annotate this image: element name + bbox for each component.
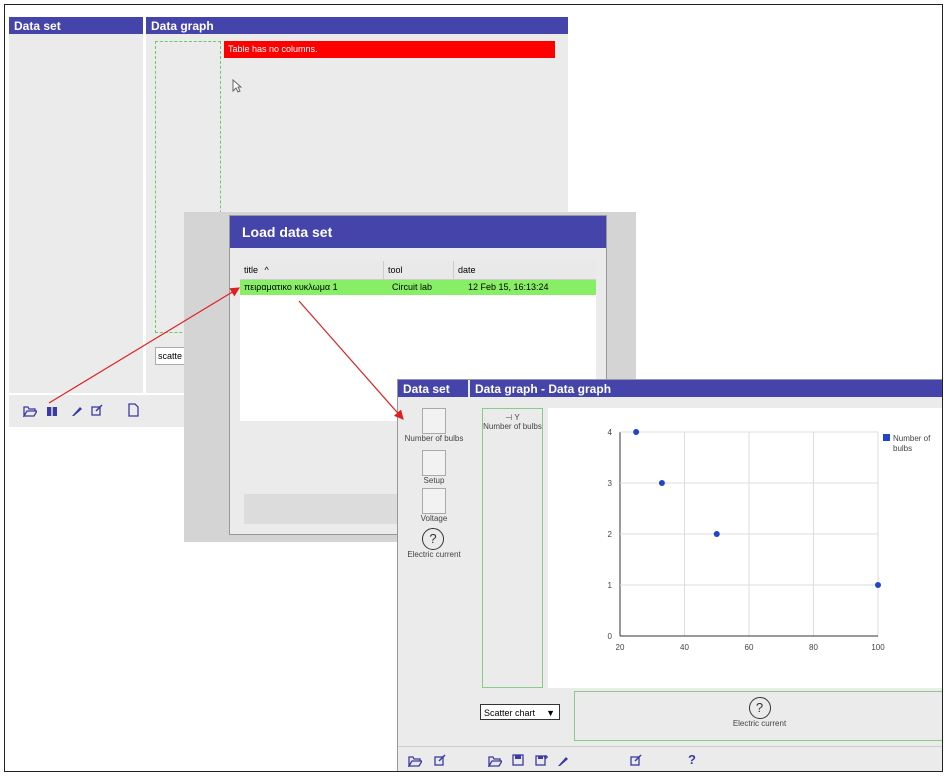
annotation-arrows: [48, 287, 404, 420]
screenshot-frame: Data set Data graph Table has no columns…: [4, 4, 943, 772]
arrow-toolbar-to-dialog: [48, 287, 241, 404]
arrow-dialog-to-window: [298, 300, 404, 420]
